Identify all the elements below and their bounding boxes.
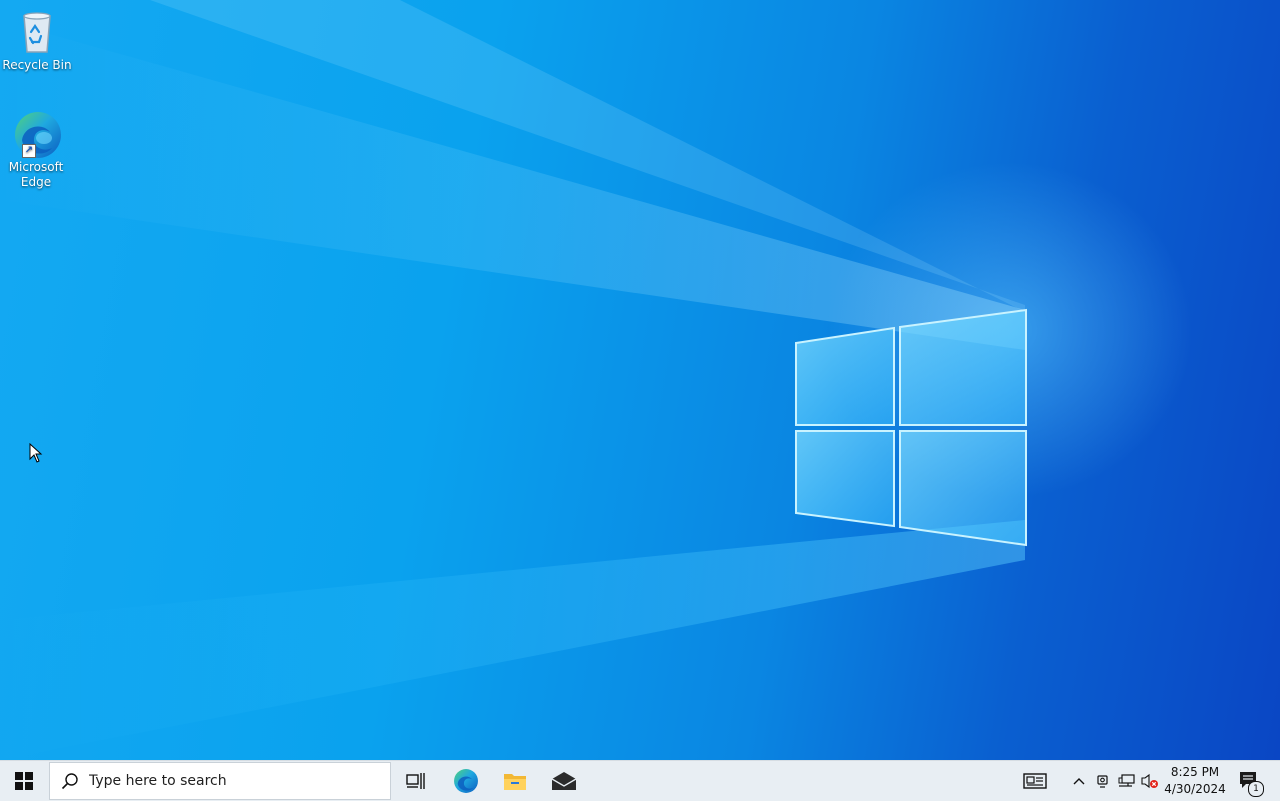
- volume-button[interactable]: [1140, 761, 1160, 801]
- meet-now-button[interactable]: [1093, 761, 1113, 801]
- notification-count-badge: 1: [1248, 781, 1264, 797]
- taskbar-edge-button[interactable]: [442, 761, 490, 801]
- desktop-icon-microsoft-edge[interactable]: ↗ Microsoft Edge: [0, 110, 72, 190]
- taskbar-clock[interactable]: 8:25 PM 4/30/2024: [1160, 761, 1230, 801]
- task-view-icon: [406, 773, 425, 789]
- taskbar-mail-button[interactable]: [540, 761, 588, 801]
- clock-date: 4/30/2024: [1164, 782, 1226, 796]
- edge-icon: [454, 769, 478, 793]
- edge-icon: ↗: [12, 110, 61, 158]
- search-icon: [61, 773, 78, 790]
- news-widget-button[interactable]: [1013, 761, 1057, 801]
- desktop-background[interactable]: Recycle Bin ↗ Microsoft Edge: [0, 0, 1280, 760]
- taskbar-search-box[interactable]: [49, 762, 391, 800]
- volume-muted-icon: [1141, 773, 1158, 789]
- search-input[interactable]: [87, 772, 371, 790]
- network-button[interactable]: [1116, 761, 1138, 801]
- news-widget-icon: [1023, 773, 1047, 789]
- desktop-icon-label: Microsoft Edge: [8, 160, 64, 189]
- action-center-button[interactable]: 1: [1234, 761, 1264, 801]
- shortcut-arrow-icon: ↗: [22, 144, 36, 158]
- windows-logo-icon: [15, 772, 33, 790]
- show-hidden-icons-button[interactable]: [1068, 761, 1090, 801]
- wallpaper-light-beams: [0, 0, 1025, 760]
- taskbar-file-explorer-button[interactable]: [491, 761, 539, 801]
- wallpaper-windows-logo: [795, 308, 1027, 547]
- desktop-icon-label: Recycle Bin: [2, 58, 72, 72]
- meet-now-icon: [1097, 775, 1108, 788]
- start-button[interactable]: [0, 761, 48, 801]
- chevron-up-icon: [1073, 778, 1085, 785]
- file-explorer-icon: [504, 774, 526, 790]
- recycle-bin-icon: [13, 8, 61, 56]
- taskbar: 8:25 PM 4/30/2024 1: [0, 760, 1280, 801]
- task-view-button[interactable]: [392, 761, 440, 801]
- clock-time: 8:25 PM: [1170, 765, 1220, 779]
- desktop-icon-recycle-bin[interactable]: Recycle Bin: [0, 8, 74, 73]
- mouse-cursor-icon: [29, 443, 43, 463]
- mail-icon: [551, 772, 577, 790]
- network-icon: [1118, 774, 1135, 787]
